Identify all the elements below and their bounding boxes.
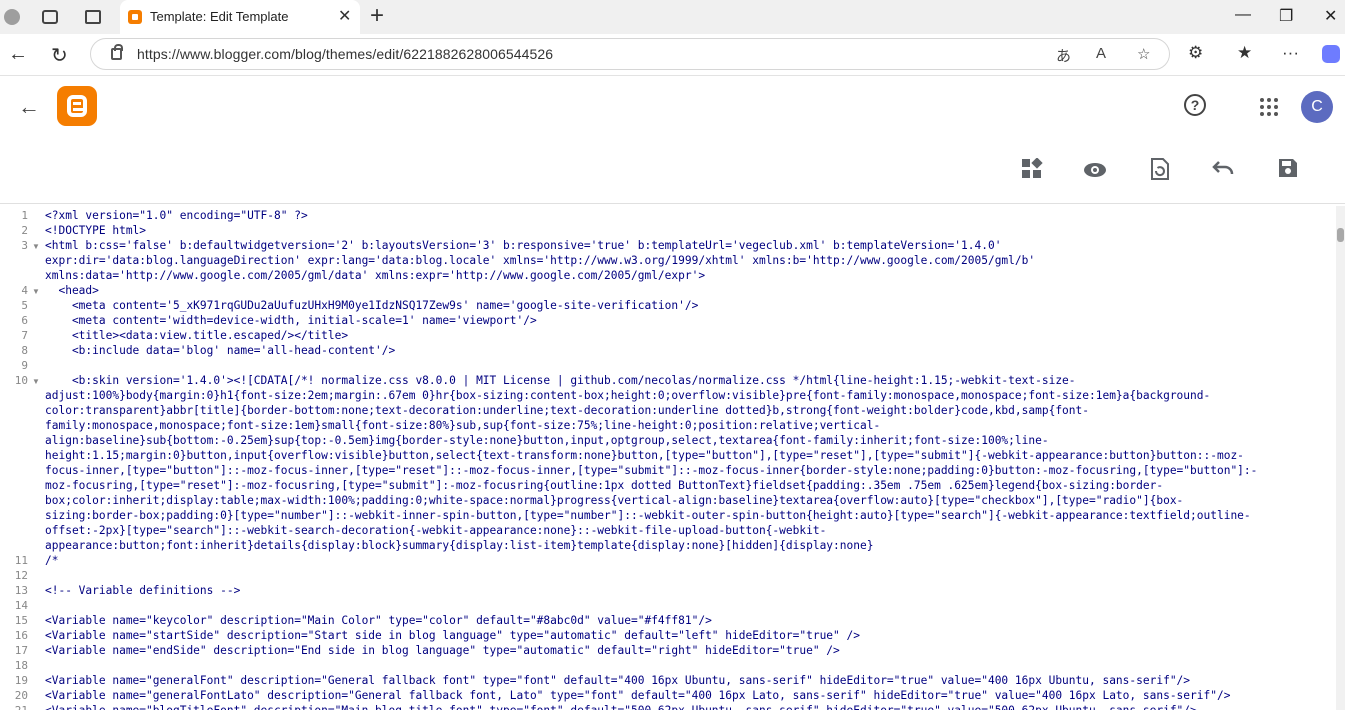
tab-template-editor[interactable]: Template: Edit Template ✕ (120, 0, 360, 34)
code-line[interactable]: height:1.15;margin:0}button,input{overfl… (45, 449, 1244, 462)
line-number: 17 (14, 644, 28, 657)
code-line[interactable]: moz-focusring,[type="reset"]:-moz-focusr… (45, 479, 1163, 492)
code-line[interactable]: align:baseline}sub{bottom:-0.25em}sup{to… (45, 434, 1049, 447)
line-number: 8 (21, 344, 28, 357)
line-number: 18 (14, 659, 28, 672)
code-line[interactable]: xmlns:data='http://www.google.com/2005/g… (45, 269, 705, 282)
line-number: 21 (0, 704, 28, 710)
close-tab-icon[interactable]: ✕ (338, 6, 351, 26)
tab-title: Template: Edit Template (150, 9, 289, 24)
code-line[interactable]: <title><data:view.title.escaped/></title… (45, 329, 348, 342)
fold-toggle-icon[interactable]: ▼ (32, 287, 40, 296)
code-line[interactable]: <Variable name="generalFontLato" descrip… (45, 689, 1230, 702)
line-number: 9 (21, 359, 28, 372)
line-number: 6 (21, 314, 28, 327)
code-line[interactable]: /* (45, 554, 58, 567)
code-line[interactable]: expr:dir='data:blog.languageDirection' e… (45, 254, 1035, 267)
restore-icon[interactable]: ❐ (1279, 6, 1293, 26)
help-icon[interactable]: ? (1184, 94, 1206, 116)
save-icon[interactable] (1276, 158, 1300, 182)
code-line[interactable]: <meta content='5_xK971rqGUDu2aUufuzUHxH9… (45, 299, 698, 312)
undo-icon[interactable] (1211, 158, 1235, 182)
line-number: 4 (21, 284, 28, 297)
line-number: 14 (14, 599, 28, 612)
favorites-icon[interactable]: ★ (1237, 43, 1252, 63)
fold-toggle-icon[interactable]: ▼ (32, 377, 40, 386)
workspaces-icon[interactable] (42, 10, 58, 24)
preview-eye-icon[interactable] (1083, 158, 1107, 182)
widgets-icon[interactable] (1020, 157, 1044, 182)
code-line[interactable]: family:monospace,monospace;font-size:1em… (45, 419, 880, 432)
avatar[interactable]: C (1301, 91, 1333, 123)
line-number: 12 (14, 569, 28, 582)
line-number: 19 (14, 674, 28, 687)
code-line[interactable]: <meta content='width=device-width, initi… (45, 314, 537, 327)
address-bar[interactable]: https://www.blogger.com/blog/themes/edit… (90, 38, 1170, 70)
reload-icon[interactable]: ↻ (51, 43, 68, 68)
minimize-icon[interactable]: — (1235, 6, 1251, 24)
line-number: 5 (21, 299, 28, 312)
code-line[interactable]: <html b:css='false' b:defaultwidgetversi… (45, 239, 1001, 252)
favorite-star-icon[interactable]: ☆ (1137, 45, 1150, 63)
code-line[interactable]: <Variable name="generalFont" description… (45, 674, 1190, 687)
back-arrow-icon[interactable]: ← (18, 94, 40, 120)
code-line[interactable]: color:transparent}abbr[title]{border-bot… (45, 404, 1089, 417)
code-line[interactable]: sizing:border-box;padding:0}[type="numbe… (45, 509, 1251, 522)
revert-file-icon[interactable] (1148, 158, 1172, 182)
line-number: 20 (14, 689, 28, 702)
copilot-icon[interactable] (1322, 45, 1340, 63)
line-number: 16 (14, 629, 28, 642)
line-number: 15 (14, 614, 28, 627)
blogger-logo[interactable] (57, 86, 97, 126)
line-number: 1 (21, 209, 28, 222)
extensions-icon[interactable]: ⚙ (1188, 43, 1203, 63)
scrollbar-thumb[interactable] (1337, 228, 1344, 242)
code-line[interactable]: appearance:button;font:inherit}details{d… (45, 539, 873, 552)
line-number: 2 (21, 224, 28, 237)
fold-toggle-icon[interactable]: ▼ (32, 242, 40, 251)
line-number: 11 (14, 554, 28, 567)
code-line[interactable]: adjust:100%}body{margin:0}h1{font-size:2… (45, 389, 1210, 402)
blogger-header: ← ? C (0, 76, 1345, 138)
line-number: 13 (14, 584, 28, 597)
code-editor[interactable]: 123▼4▼5678910▼1112131415161718192021 <?x… (0, 206, 1345, 710)
code-line[interactable]: <!DOCTYPE html> (45, 224, 146, 237)
line-number-gutter: 123▼4▼5678910▼1112131415161718192021 (0, 206, 42, 710)
code-line[interactable]: offset:-2px}[type="search"]::-webkit-sea… (45, 524, 826, 537)
line-number: 10 (14, 374, 28, 387)
profile-icon[interactable] (4, 9, 20, 25)
code-line[interactable]: <b:skin version='1.4.0'><![CDATA[/*! nor… (45, 374, 1076, 387)
read-aloud-icon[interactable]: A (1096, 45, 1106, 62)
editor-toolbar (0, 138, 1345, 204)
editor-scrollbar[interactable] (1336, 206, 1345, 710)
line-number: 3 (21, 239, 28, 252)
line-number: 7 (21, 329, 28, 342)
back-icon[interactable]: ← (8, 43, 28, 66)
code-line[interactable]: box;color:inherit;display:table;max-widt… (45, 494, 1183, 507)
new-tab-icon[interactable]: + (370, 2, 384, 30)
address-bar-row: ← ↻ https://www.blogger.com/blog/themes/… (0, 34, 1345, 76)
code-line[interactable]: <!-- Variable definitions --> (45, 584, 240, 597)
vertical-tabs-icon[interactable] (85, 10, 101, 24)
code-line[interactable]: <Variable name="startSide" description="… (45, 629, 860, 642)
window-close-icon[interactable]: ✕ (1324, 6, 1337, 26)
blogger-favicon-icon (128, 10, 142, 24)
translate-icon[interactable]: あ (1056, 45, 1071, 66)
more-menu-icon[interactable]: ··· (1282, 43, 1299, 63)
code-line[interactable]: <Variable name="endSide" description="En… (45, 644, 840, 657)
code-line[interactable]: <b:include data='blog' name='all-head-co… (45, 344, 395, 357)
code-line[interactable]: <head> (45, 284, 98, 297)
url-text[interactable]: https://www.blogger.com/blog/themes/edit… (137, 46, 553, 62)
code-line[interactable]: <Variable name="keycolor" description="M… (45, 614, 712, 627)
code-line[interactable]: <Variable name="blogTitleFont" descripti… (45, 704, 1197, 710)
code-line[interactable]: <?xml version="1.0" encoding="UTF-8" ?> (45, 209, 308, 222)
code-line[interactable]: focus-inner,[type="button"]::-moz-focus-… (45, 464, 1257, 477)
google-apps-icon[interactable] (1260, 98, 1278, 116)
lock-icon[interactable] (111, 44, 123, 60)
browser-tab-strip: Template: Edit Template ✕ + — ❐ ✕ (0, 0, 1345, 34)
